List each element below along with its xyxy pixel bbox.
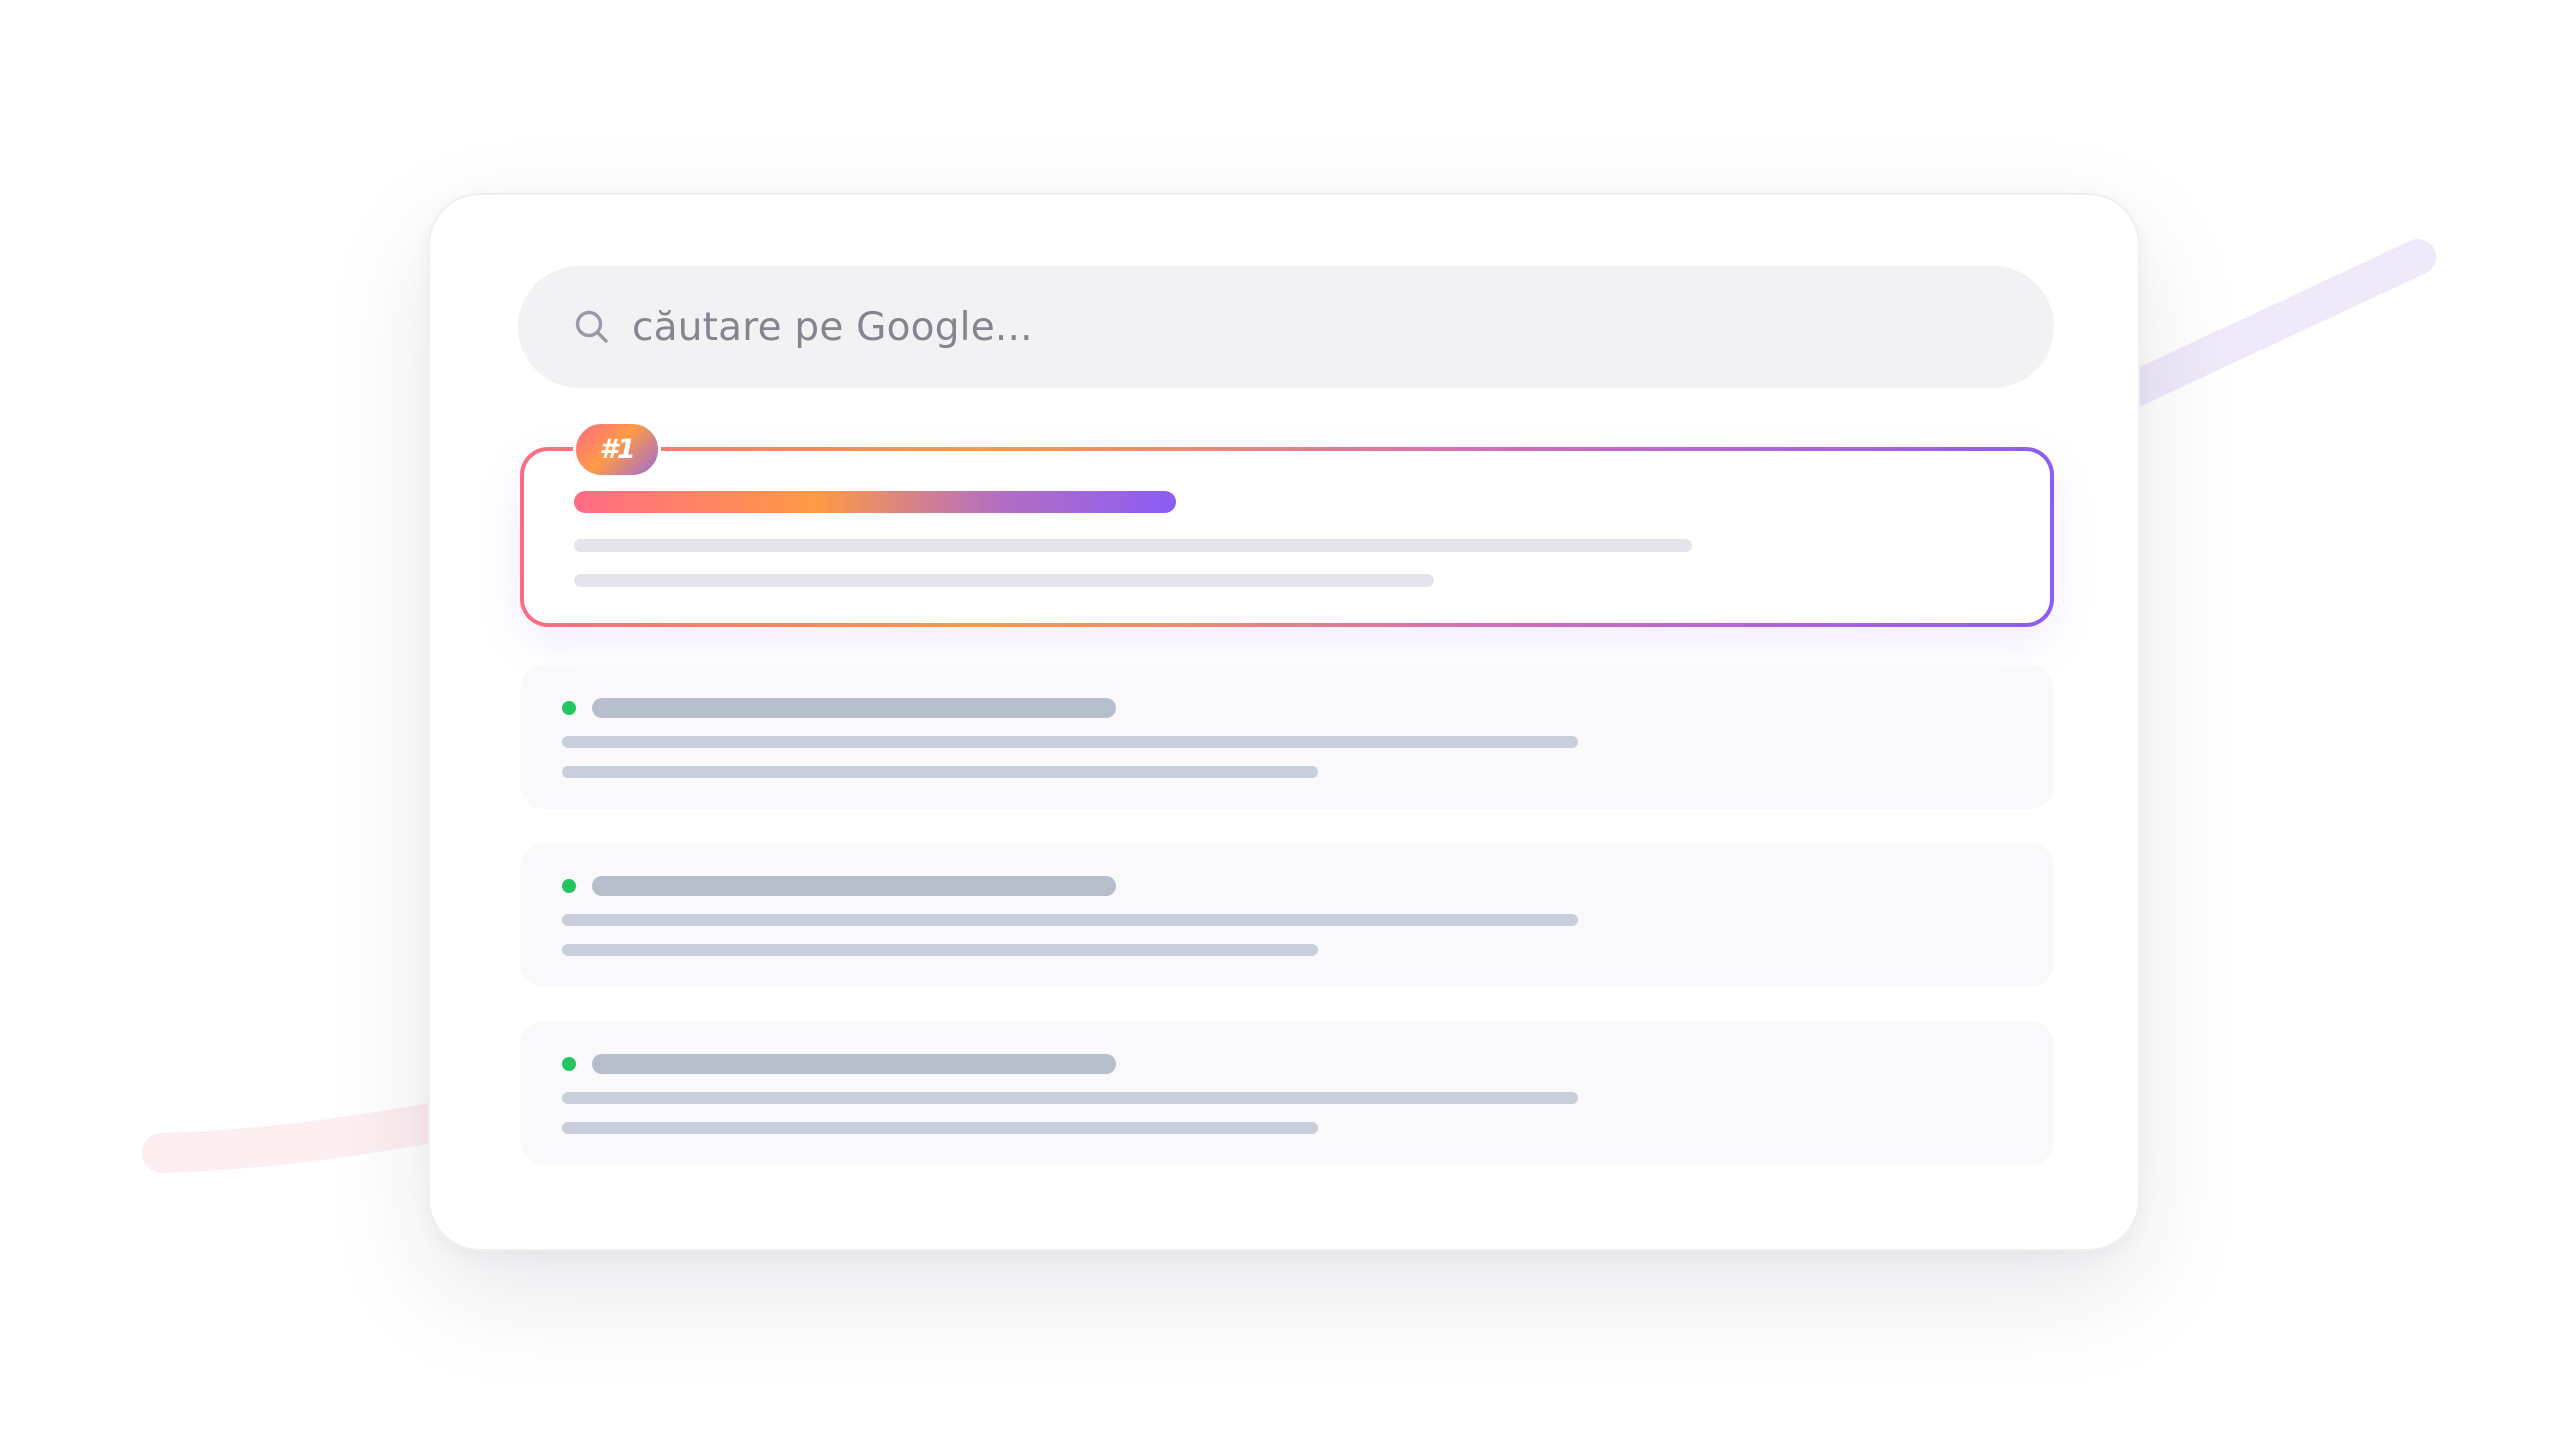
search-result-item[interactable] [520,665,2054,809]
decorative-stroke-pink [142,1096,490,1173]
search-placeholder: căutare pe Google... [632,304,1033,350]
status-dot [562,701,576,715]
page-background: căutare pe Google... #1 [0,0,2560,1440]
result-snippet-line [574,539,1692,552]
result-snippet-line [562,766,1318,778]
search-icon [572,307,612,347]
result-title-placeholder [592,1054,1116,1074]
result-title-placeholder [574,491,1176,513]
search-result-item[interactable] [520,1021,2054,1165]
result-snippet-line [562,1092,1578,1104]
search-results-card: căutare pe Google... #1 [428,193,2140,1251]
result-snippet-line [562,1122,1318,1134]
status-dot [562,1057,576,1071]
status-dot [562,879,576,893]
search-bar[interactable]: căutare pe Google... [518,266,2054,388]
result-snippet-line [562,914,1578,926]
top-result-body: #1 [524,421,2050,623]
result-snippet-line [574,574,1434,587]
result-snippet-line [562,944,1318,956]
rank-badge: #1 [573,421,661,478]
search-result-item[interactable] [520,843,2054,987]
top-ranked-result[interactable]: #1 [520,421,2054,627]
result-title-placeholder [592,876,1116,896]
result-title-placeholder [592,698,1116,718]
result-snippet-line [562,736,1578,748]
